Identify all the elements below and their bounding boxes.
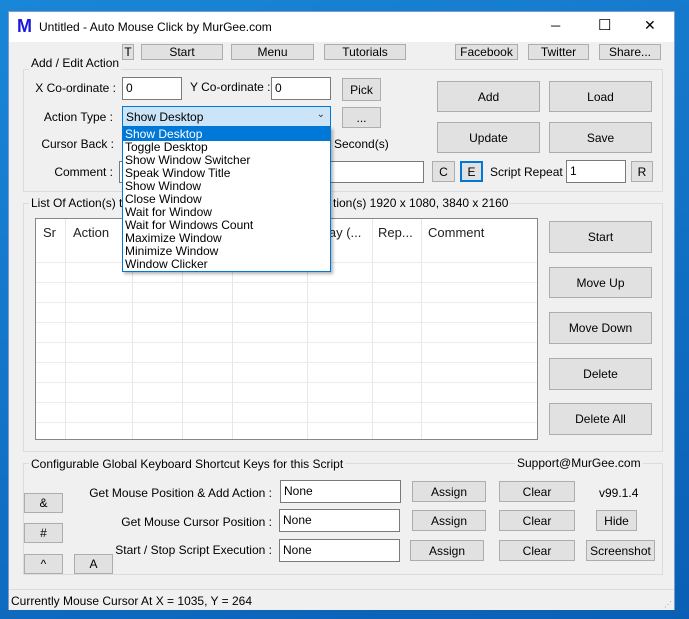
move-up-button[interactable]: Move Up [549,267,652,298]
script-repeat-label: Script Repeat : [490,165,570,179]
t-button[interactable]: T [122,44,134,60]
y-coordinate-input[interactable]: 0 [271,77,331,100]
facebook-button[interactable]: Facebook [455,44,518,60]
table-row [36,402,537,403]
start-menu-button[interactable]: Start [141,44,223,60]
shortcut-label: Get Mouse Position & Add Action : [89,486,272,500]
action-type-dropdown-list[interactable]: Show Desktop Toggle Desktop Show Window Sw… [122,127,331,272]
resize-grip-icon[interactable]: ⋰ [664,600,672,609]
minimize-button[interactable]: ─ [551,18,560,33]
action-type-select[interactable]: Show Desktop ⌄ [122,106,331,127]
clear-button[interactable]: Clear [499,481,575,502]
table-row [36,282,537,283]
status-text: Currently Mouse Cursor At X = 1035, Y = … [11,594,253,608]
app-logo-icon: M [17,16,32,36]
y-coordinate-label: Y Co-ordinate : [190,80,271,94]
menu-button[interactable]: Menu [231,44,314,60]
shortcut-input[interactable]: None [279,539,400,562]
save-button[interactable]: Save [549,122,652,153]
share-button[interactable]: Share... [599,44,661,60]
column-divider [372,219,373,439]
header-action[interactable]: Action [73,225,109,240]
c-button[interactable]: C [432,161,455,182]
ampersand-button[interactable]: & [24,493,63,513]
dropdown-option[interactable]: Window Clicker [123,258,330,271]
header-sr[interactable]: Sr [43,225,56,240]
screenshot-button[interactable]: Screenshot [586,540,655,561]
table-row [36,322,537,323]
hide-button[interactable]: Hide [596,510,637,531]
a-button[interactable]: A [74,554,113,574]
clear-button[interactable]: Clear [499,540,575,561]
pick-button[interactable]: Pick [342,78,381,101]
load-button[interactable]: Load [549,81,652,112]
e-button[interactable]: E [460,161,483,182]
assign-button[interactable]: Assign [412,481,486,502]
maximize-button[interactable]: ☐ [598,16,611,34]
title-bar[interactable]: M Untitled - Auto Mouse Click by MurGee.… [9,12,674,42]
x-coordinate-label: X Co-ordinate : [35,81,116,95]
table-row [36,382,537,383]
clear-button[interactable]: Clear [499,510,575,531]
cursor-back-label: Cursor Back : [41,137,114,151]
start-button[interactable]: Start [549,221,652,253]
x-coordinate-input[interactable]: 0 [122,77,182,100]
r-button[interactable]: R [631,161,653,182]
action-type-label: Action Type : [43,110,113,124]
table-row [36,342,537,343]
shortcuts-group-title: Configurable Global Keyboard Shortcut Ke… [29,457,346,471]
comment-label: Comment : [54,165,113,179]
seconds-label: Second(s) [334,137,389,151]
header-delay[interactable]: lay (... [326,225,361,240]
shortcut-input[interactable]: None [279,509,400,532]
action-list-title-right: tion(s) 1920 x 1080, 3840 x 2160 [330,196,511,210]
table-row [36,302,537,303]
header-comment[interactable]: Comment [428,225,484,240]
column-divider [65,219,66,439]
status-bar: Currently Mouse Cursor At X = 1035, Y = … [9,589,674,610]
delete-button[interactable]: Delete [549,358,652,390]
table-row [36,362,537,363]
add-edit-group-title: Add / Edit Action [29,56,122,70]
assign-button[interactable]: Assign [412,510,486,531]
version-label: v99.1.4 [599,486,639,500]
move-down-button[interactable]: Move Down [549,312,652,344]
window-title: Untitled - Auto Mouse Click by MurGee.co… [39,20,272,34]
chevron-down-icon: ⌄ [316,109,325,120]
add-button[interactable]: Add [437,81,540,112]
tutorials-button[interactable]: Tutorials [324,44,406,60]
update-button[interactable]: Update [437,122,540,153]
table-row [36,422,537,423]
action-type-value: Show Desktop [126,110,204,124]
more-button[interactable]: ... [342,107,381,128]
shortcut-label: Get Mouse Cursor Position : [121,515,272,529]
shortcut-input[interactable]: None [280,480,401,503]
hash-button[interactable]: # [24,523,63,543]
script-repeat-input[interactable]: 1 [566,160,626,183]
support-link[interactable]: Support@MurGee.com [515,456,643,470]
caret-button[interactable]: ^ [24,554,63,574]
twitter-button[interactable]: Twitter [528,44,589,60]
action-list-title-left: List Of Action(s) to [29,196,132,210]
column-divider [421,219,422,439]
delete-all-button[interactable]: Delete All [549,403,652,435]
header-repeat[interactable]: Rep... [378,225,413,240]
close-button[interactable]: ✕ [644,17,656,34]
assign-button[interactable]: Assign [410,540,484,561]
